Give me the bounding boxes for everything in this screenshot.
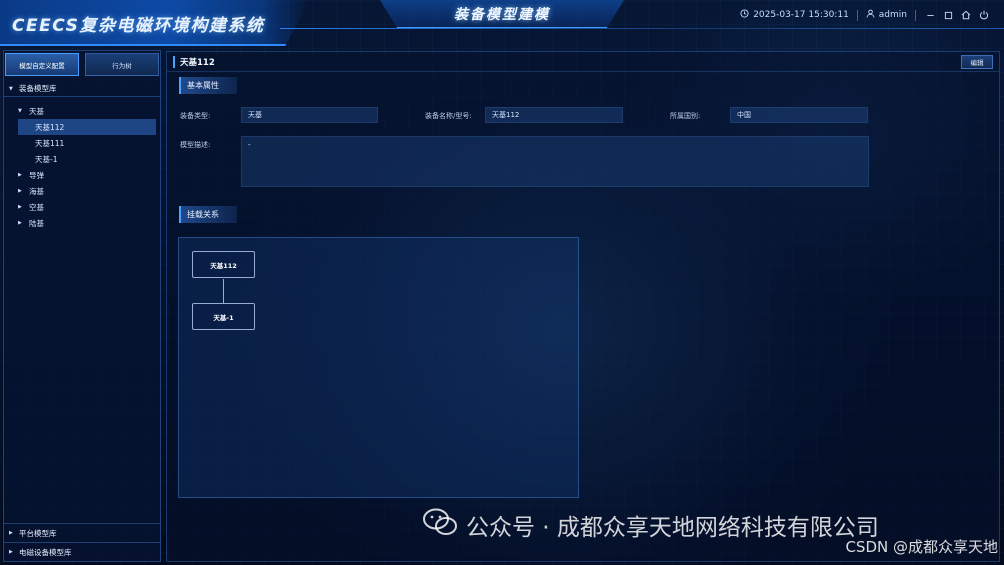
page-title: 装备模型建模 (454, 7, 550, 23)
tree-node-label: 导弹 (29, 170, 44, 180)
caret-right-icon: ▶ (18, 172, 22, 178)
user-icon (866, 9, 875, 21)
tree-leaf-space112[interactable]: 天基112 (18, 119, 156, 135)
header-divider (280, 28, 1004, 29)
tree-node-label: 空基 (29, 202, 44, 212)
main-panel: 天基112 编辑 基本属性 装备类型: 天基 装备名称/型号: 天基112 所属… (166, 51, 1000, 562)
equipment-tree: ▼ 天基 天基112 天基111 天基-1 ▶ 导弹 ▶ 海基 ▶ 空基 ▶ 陆… (4, 97, 160, 231)
datetime-display: 2025-03-17 15:30:11 (740, 9, 849, 21)
equipment-type-label: 装备类型: (180, 112, 211, 120)
section-label: 电磁设备模型库 (19, 547, 72, 557)
section-equipment-library[interactable]: ▼ 装备模型库 (4, 81, 160, 97)
maximize-icon[interactable] (942, 9, 954, 21)
tree-node-land[interactable]: ▶ 陆基 (4, 215, 160, 231)
tree-leaf-space-1[interactable]: 天基-1 (4, 151, 160, 167)
app-brand-title: CEECS复杂电磁环境构建系统 (12, 16, 265, 36)
home-icon[interactable] (960, 9, 972, 21)
watermark-subtext: CSDN @成都众享天地 (845, 538, 998, 556)
watermark: 公众号 · 成都众享天地网络科技有限公司 (422, 508, 879, 542)
power-icon[interactable] (978, 9, 990, 21)
node-connector (223, 279, 224, 303)
tree-node-space[interactable]: ▼ 天基 (4, 103, 160, 119)
header-separator (856, 9, 858, 21)
left-bottom-sections: ▶ 平台模型库 ▶ 电磁设备模型库 (4, 523, 160, 561)
watermark-text: 公众号 · 成都众享天地网络科技有限公司 (466, 515, 879, 541)
header-separator (915, 9, 916, 21)
caret-right-icon: ▶ (9, 530, 13, 536)
main-title-bar: 天基112 编辑 (167, 52, 999, 72)
edit-button[interactable]: 编辑 (961, 55, 993, 69)
tree-leaf-space111[interactable]: 天基111 (4, 135, 160, 151)
caret-right-icon: ▶ (18, 188, 22, 194)
tree-leaf-label: 天基112 (35, 122, 65, 132)
section-mount-relation: 挂载关系 (179, 206, 237, 223)
equipment-type-value: 天基 (241, 107, 378, 123)
equipment-name-label: 装备名称/型号: (425, 112, 472, 120)
tree-leaf-label: 天基111 (35, 138, 65, 148)
node-parent[interactable]: 天基112 (192, 251, 255, 278)
country-value: 中国 (730, 107, 868, 123)
wechat-icon (422, 507, 458, 543)
country-label: 所属国别: (670, 112, 701, 120)
caret-right-icon: ▶ (9, 549, 13, 555)
minimize-icon[interactable] (924, 9, 936, 21)
tree-node-label: 天基 (29, 106, 44, 116)
section-em-device-library[interactable]: ▶ 电磁设备模型库 (4, 542, 160, 561)
tree-node-sea[interactable]: ▶ 海基 (4, 183, 160, 199)
model-title: 天基112 (173, 56, 215, 68)
caret-down-icon: ▼ (9, 85, 13, 92)
model-description-label: 模型描述: (180, 141, 211, 149)
header-right: 2025-03-17 15:30:11 admin (740, 7, 990, 23)
section-label: 平台模型库 (19, 528, 57, 538)
caret-down-icon: ▼ (18, 108, 22, 114)
section-platform-library[interactable]: ▶ 平台模型库 (4, 523, 160, 542)
equipment-name-value: 天基112 (485, 107, 623, 123)
caret-right-icon: ▶ (18, 220, 22, 226)
node-child[interactable]: 天基-1 (192, 303, 255, 330)
tree-leaf-label: 天基-1 (35, 154, 58, 164)
window-controls (924, 9, 990, 21)
left-panel: 模型自定义配置 行为树 ▼ 装备模型库 ▼ 天基 天基112 天基111 天基-… (3, 50, 161, 562)
caret-right-icon: ▶ (18, 204, 22, 210)
tree-node-missile[interactable]: ▶ 导弹 (4, 167, 160, 183)
section-label: 装备模型库 (19, 84, 57, 93)
tree-node-air[interactable]: ▶ 空基 (4, 199, 160, 215)
left-tabs: 模型自定义配置 行为树 (4, 51, 160, 77)
datetime-text: 2025-03-17 15:30:11 (753, 10, 849, 20)
tree-node-label: 陆基 (29, 218, 44, 228)
username: admin (878, 10, 907, 20)
app-header: CEECS复杂电磁环境构建系统 装备模型建模 2025-03-17 15:30:… (0, 0, 1004, 48)
tab-behavior-tree[interactable]: 行为树 (85, 53, 159, 76)
clock-icon (740, 9, 749, 21)
mount-relation-canvas[interactable]: 天基112 天基-1 (178, 237, 579, 498)
tab-model-config[interactable]: 模型自定义配置 (5, 53, 79, 76)
user-menu[interactable]: admin (866, 9, 907, 21)
tree-node-label: 海基 (29, 186, 44, 196)
section-basic-attributes: 基本属性 (179, 77, 237, 94)
model-description-value: - (241, 136, 869, 187)
